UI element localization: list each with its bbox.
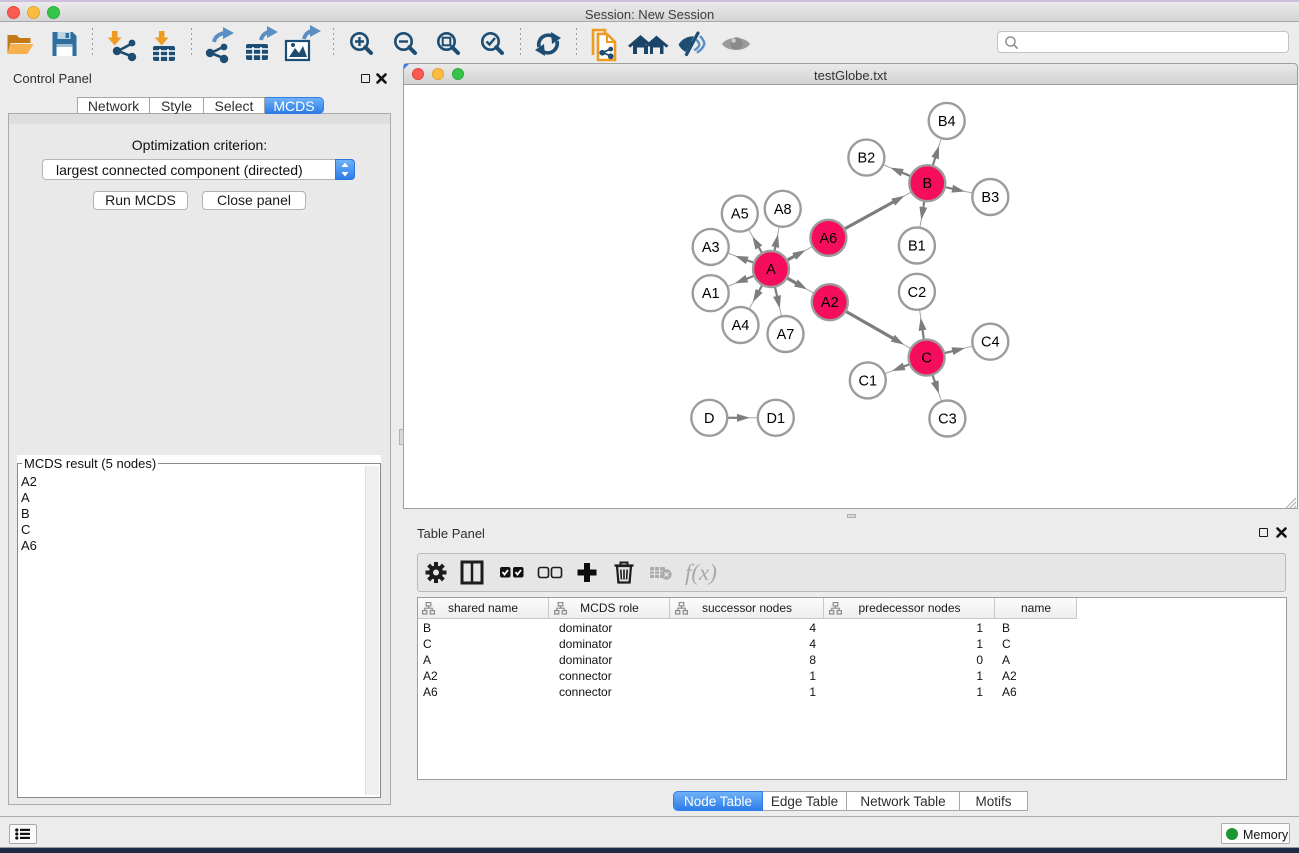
svg-text:A2: A2	[821, 295, 839, 311]
svg-text:B3: B3	[981, 190, 999, 206]
svg-text:D: D	[704, 411, 714, 427]
svg-text:B1: B1	[908, 239, 926, 255]
svg-text:C1: C1	[859, 373, 878, 389]
svg-text:D1: D1	[767, 411, 786, 427]
svg-text:C3: C3	[938, 412, 957, 428]
svg-text:A4: A4	[732, 318, 750, 334]
svg-text:B4: B4	[938, 114, 956, 130]
svg-text:A: A	[766, 262, 776, 278]
svg-text:A6: A6	[820, 231, 838, 247]
svg-text:C4: C4	[981, 335, 1000, 351]
svg-text:f(x): f(x)	[685, 560, 717, 585]
svg-text:A5: A5	[731, 207, 749, 223]
svg-text:A7: A7	[777, 327, 795, 343]
svg-text:A8: A8	[774, 202, 792, 218]
svg-text:B2: B2	[858, 151, 876, 167]
svg-text:C: C	[921, 351, 931, 367]
svg-text:A3: A3	[702, 240, 720, 256]
svg-text:A1: A1	[702, 286, 720, 302]
svg-text:B: B	[922, 176, 932, 192]
svg-text:C2: C2	[908, 285, 927, 301]
